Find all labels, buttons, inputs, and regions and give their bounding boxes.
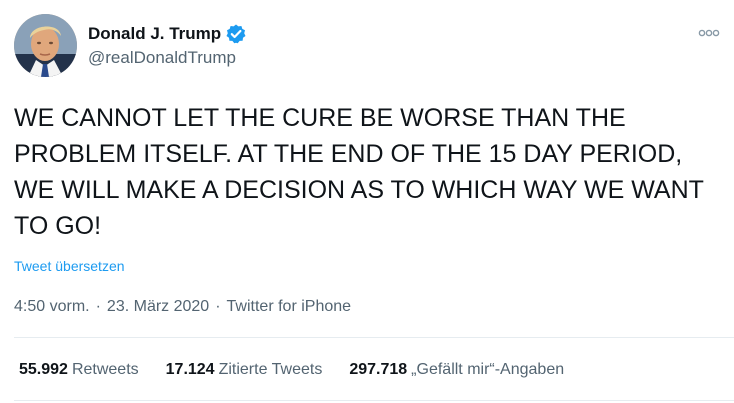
tweet-time[interactable]: 4:50 vorm. xyxy=(14,296,90,318)
likes-stat[interactable]: 297.718 „Gefällt mir“-Angaben xyxy=(349,359,564,381)
name-row: Donald J. Trump xyxy=(88,22,247,46)
tweet-card: Donald J. Trump @realDonaldTrump WE CANN… xyxy=(0,0,734,403)
more-options-icon[interactable] xyxy=(698,25,720,37)
tweet-date[interactable]: 23. März 2020 xyxy=(107,296,209,318)
divider xyxy=(14,400,734,401)
divider xyxy=(14,337,734,338)
tweet-text: WE CANNOT LET THE CURE BE WORSE THAN THE… xyxy=(14,104,704,240)
tweet-meta: 4:50 vorm. · 23. März 2020 · Twitter for… xyxy=(14,296,351,318)
retweets-stat[interactable]: 55.992 Retweets xyxy=(19,359,139,381)
tweet-source[interactable]: Twitter for iPhone xyxy=(227,296,352,318)
quote-tweets-count: 17.124 xyxy=(165,361,215,378)
quote-tweets-stat[interactable]: 17.124 Zitierte Tweets xyxy=(166,359,323,381)
quote-tweets-label: Zitierte Tweets xyxy=(218,361,323,378)
likes-count: 297.718 xyxy=(349,361,408,378)
likes-label: „Gefällt mir“-Angaben xyxy=(411,361,565,378)
user-handle[interactable]: @realDonaldTrump xyxy=(88,47,247,69)
author-block: Donald J. Trump @realDonaldTrump xyxy=(88,22,247,69)
meta-separator: · xyxy=(215,298,221,315)
avatar-image xyxy=(14,14,77,77)
avatar[interactable] xyxy=(14,14,77,77)
retweets-label: Retweets xyxy=(71,361,139,378)
verified-badge-icon xyxy=(225,23,247,45)
display-name[interactable]: Donald J. Trump xyxy=(88,23,221,45)
engagement-stats: 55.992 Retweets 17.124 Zitierte Tweets 297… xyxy=(19,359,591,381)
retweets-count: 55.992 xyxy=(19,361,68,378)
meta-separator: · xyxy=(95,298,101,315)
translate-tweet-link[interactable]: Tweet übersetzen xyxy=(14,257,125,275)
tweet-header: Donald J. Trump @realDonaldTrump xyxy=(14,14,247,77)
